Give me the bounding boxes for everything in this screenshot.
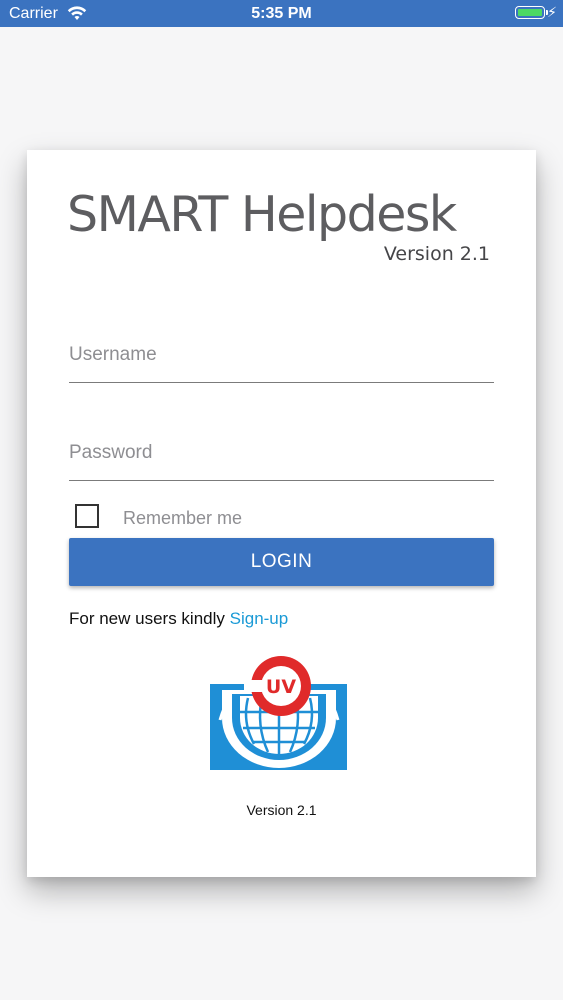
app-version: Version 2.1 (383, 243, 490, 265)
password-input[interactable] (69, 434, 494, 481)
battery-icon (515, 6, 545, 19)
signup-link[interactable]: Sign-up (230, 609, 289, 628)
uv-globe-logo: UV (210, 656, 348, 780)
app-title: SMART Helpdesk (67, 186, 457, 243)
status-bar: Carrier 5:35 PM ⚡︎ (0, 0, 563, 27)
remember-me-checkbox[interactable] (75, 504, 99, 528)
signup-prompt: For new users kindly Sign-up (69, 609, 288, 629)
signup-prompt-text: For new users kindly (69, 609, 230, 628)
login-button[interactable]: LOGIN (69, 538, 494, 586)
remember-me-label[interactable]: Remember me (123, 508, 242, 529)
charging-bolt-icon: ⚡︎ (547, 4, 557, 20)
footer-version: Version 2.1 (246, 802, 317, 818)
username-input[interactable] (69, 336, 494, 383)
logo-text: UV (266, 676, 296, 698)
clock-time: 5:35 PM (251, 5, 312, 22)
login-card: SMART Helpdesk Version 2.1 Remember me L… (27, 150, 536, 877)
